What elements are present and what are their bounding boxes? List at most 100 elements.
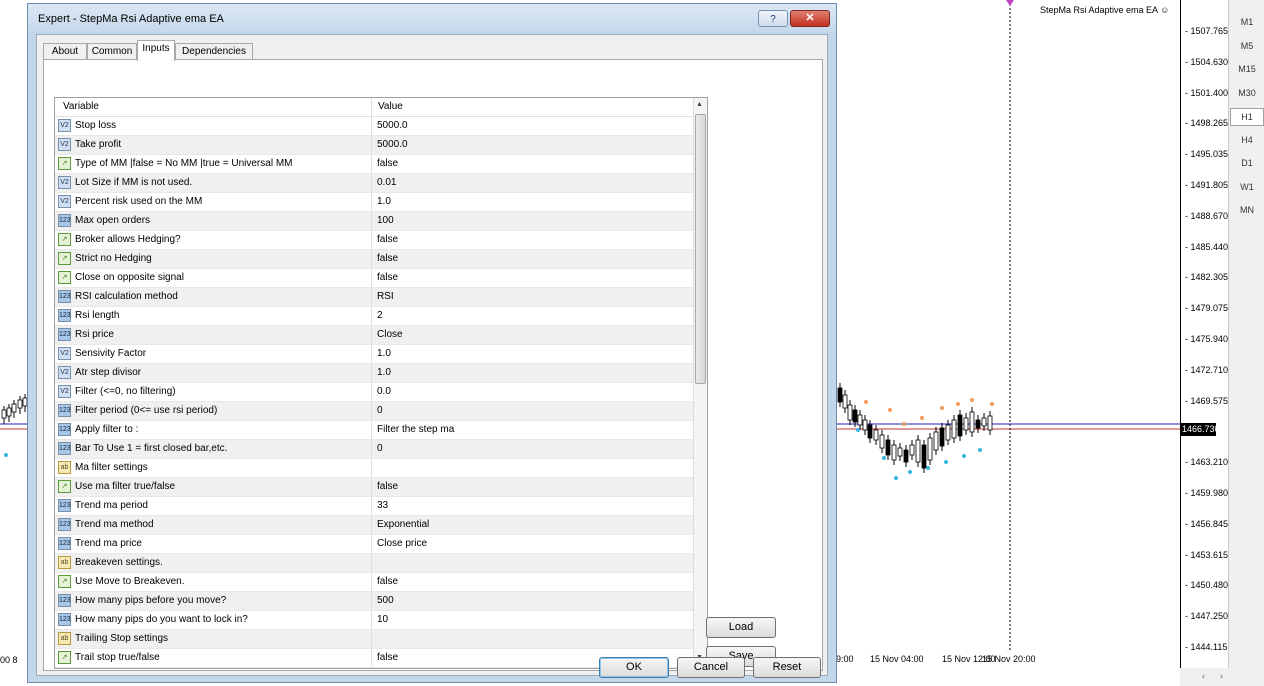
input-row[interactable]: ↗ Strict no Hedging false bbox=[55, 250, 695, 269]
integer-value-icon: 123 bbox=[58, 537, 71, 550]
timeframe-m1[interactable]: M1 bbox=[1229, 14, 1264, 30]
scroll-right-icon[interactable]: › bbox=[1220, 671, 1223, 681]
reset-button[interactable]: Reset bbox=[753, 657, 821, 678]
tab-common[interactable]: Common bbox=[87, 43, 137, 60]
input-value[interactable]: 2 bbox=[377, 310, 383, 321]
input-value[interactable]: 500 bbox=[377, 595, 394, 606]
input-value[interactable]: 1.0 bbox=[377, 348, 391, 359]
input-value[interactable]: 5000.0 bbox=[377, 120, 408, 131]
chart-scrollbar[interactable]: ‹ › bbox=[1180, 668, 1264, 686]
candle-body bbox=[969, 411, 975, 433]
chart-title: StepMa Rsi Adaptive ema EA ☺ bbox=[1040, 5, 1170, 15]
cell-divider bbox=[371, 668, 372, 669]
input-value[interactable]: false bbox=[377, 481, 398, 492]
integer-value-icon: 123 bbox=[58, 309, 71, 322]
input-row[interactable]: V2 Take profit 5000.0 bbox=[55, 136, 695, 155]
timeframe-mn[interactable]: MN bbox=[1229, 202, 1264, 218]
help-button[interactable]: ? bbox=[758, 10, 788, 27]
input-row[interactable]: V2 Lot Size if MM is not used. 0.01 bbox=[55, 174, 695, 193]
input-value[interactable]: Close price bbox=[377, 538, 427, 549]
price-tick-label: - 1504.630 bbox=[1185, 56, 1229, 67]
scroll-left-icon[interactable]: ‹ bbox=[1202, 671, 1205, 681]
input-value[interactable]: 100 bbox=[377, 215, 394, 226]
input-value[interactable]: 5000.0 bbox=[377, 139, 408, 150]
price-tick-label: - 1482.305 bbox=[1185, 272, 1229, 283]
grid-scrollbar[interactable]: ▲ ▼ bbox=[693, 98, 707, 668]
input-variable: Stop loss bbox=[75, 120, 117, 131]
input-row[interactable]: ab Ma filter settings bbox=[55, 459, 695, 478]
timeframe-m30[interactable]: M30 bbox=[1229, 85, 1264, 101]
input-row[interactable]: 123 RSI calculation method RSI bbox=[55, 288, 695, 307]
input-value[interactable]: false bbox=[377, 234, 398, 245]
input-value[interactable]: 0.01 bbox=[377, 177, 396, 188]
close-button[interactable]: ✕ bbox=[790, 10, 830, 27]
input-row[interactable]: V2 Sensivity Factor 1.0 bbox=[55, 345, 695, 364]
input-value[interactable]: false bbox=[377, 652, 398, 663]
input-value[interactable]: 1.0 bbox=[377, 367, 391, 378]
input-row[interactable]: 123 How many pips before you move? 500 bbox=[55, 592, 695, 611]
input-value[interactable]: false bbox=[377, 576, 398, 587]
column-header-variable[interactable]: Variable bbox=[63, 101, 99, 112]
input-row[interactable]: 123 Rsi length 2 bbox=[55, 307, 695, 326]
input-row[interactable]: 123 Max open orders 100 bbox=[55, 212, 695, 231]
input-row[interactable]: 123 Bar To Use 1 = first closed bar,etc. 0 bbox=[55, 440, 695, 459]
input-row[interactable]: ↗ Use Move to Breakeven. false bbox=[55, 573, 695, 592]
ok-button[interactable]: OK bbox=[599, 657, 669, 678]
input-value[interactable]: 0 bbox=[377, 443, 383, 454]
scroll-up-icon[interactable]: ▲ bbox=[696, 101, 703, 108]
tab-inputs[interactable]: Inputs bbox=[137, 40, 175, 61]
input-row[interactable]: 123 Rsi price Close bbox=[55, 326, 695, 345]
input-row[interactable]: ab Trailing Stop settings bbox=[55, 630, 695, 649]
input-value[interactable]: 0 bbox=[377, 405, 383, 416]
load-button[interactable]: Load bbox=[706, 617, 776, 638]
column-header-value[interactable]: Value bbox=[378, 101, 403, 112]
column-divider[interactable] bbox=[371, 98, 372, 116]
timeframe-d1[interactable]: D1 bbox=[1229, 155, 1264, 171]
input-row[interactable]: 123 How many pips do you want to lock in?… bbox=[55, 611, 695, 630]
scroll-thumb[interactable] bbox=[695, 114, 706, 384]
tab-about[interactable]: About bbox=[43, 43, 87, 60]
dialog-title-bar[interactable]: Expert - StepMa Rsi Adaptive ema EA ? ✕ bbox=[28, 4, 836, 32]
input-row[interactable]: V2 Filter (<=0, no filtering) 0.0 bbox=[55, 383, 695, 402]
timeframe-w1[interactable]: W1 bbox=[1229, 179, 1264, 195]
timeframe-h1[interactable]: H1 bbox=[1230, 108, 1264, 126]
timeframe-m5[interactable]: M5 bbox=[1229, 38, 1264, 54]
dialog-title: Expert - StepMa Rsi Adaptive ema EA bbox=[38, 13, 224, 25]
input-value[interactable]: Close bbox=[377, 329, 403, 340]
candle-body bbox=[842, 394, 848, 409]
price-tick-label: - 1453.615 bbox=[1185, 549, 1229, 560]
input-value[interactable]: false bbox=[377, 158, 398, 169]
input-row[interactable]: 123 Trend ma period 33 bbox=[55, 497, 695, 516]
cancel-button[interactable]: Cancel bbox=[677, 657, 745, 678]
input-value[interactable]: 0.0 bbox=[377, 386, 391, 397]
input-row[interactable]: 123 Trend ma method Exponential bbox=[55, 516, 695, 535]
input-value[interactable]: Filter the step ma bbox=[377, 424, 454, 435]
price-tick-label: - 1444.115 bbox=[1185, 642, 1228, 652]
input-row[interactable]: 123 Trend ma price Close price bbox=[55, 535, 695, 554]
timeframe-h4[interactable]: H4 bbox=[1229, 132, 1264, 148]
input-row[interactable]: ab Breakeven settings. bbox=[55, 554, 695, 573]
candle-body bbox=[867, 424, 873, 439]
input-value[interactable]: 1.0 bbox=[377, 196, 391, 207]
tab-dependencies[interactable]: Dependencies bbox=[175, 43, 253, 60]
input-value[interactable]: RSI bbox=[377, 291, 394, 302]
input-row[interactable]: 123 Filter period (0<= use rsi period) 0 bbox=[55, 402, 695, 421]
signal-dot-orange bbox=[970, 398, 974, 402]
input-row[interactable]: ↗ Close on opposite signal false bbox=[55, 269, 695, 288]
input-row[interactable]: 123 Apply filter to : Filter the step ma bbox=[55, 421, 695, 440]
input-row[interactable]: V2 Percent risk used on the MM 1.0 bbox=[55, 193, 695, 212]
input-row[interactable]: ↗ Broker allows Hedging? false bbox=[55, 231, 695, 250]
input-value[interactable]: Exponential bbox=[377, 519, 429, 530]
input-row[interactable]: ↗ Use ma filter true/false false bbox=[55, 478, 695, 497]
input-value[interactable]: 10 bbox=[377, 614, 388, 625]
input-value[interactable]: false bbox=[377, 253, 398, 264]
input-variable: Sensivity Factor bbox=[75, 348, 147, 359]
inputs-panel: Variable Value V2 Stop loss 5000.0 V2 Take p… bbox=[43, 59, 823, 671]
input-row[interactable]: ↗ Type of MM |false = No MM |true = Unive… bbox=[55, 155, 695, 174]
input-row[interactable]: V2 Stop loss 5000.0 bbox=[55, 117, 695, 136]
timeframe-m15[interactable]: M15 bbox=[1229, 61, 1264, 77]
input-value[interactable]: false bbox=[377, 272, 398, 283]
cell-divider bbox=[371, 269, 372, 287]
input-value[interactable]: 33 bbox=[377, 500, 388, 511]
input-row[interactable]: V2 Atr step divisor 1.0 bbox=[55, 364, 695, 383]
